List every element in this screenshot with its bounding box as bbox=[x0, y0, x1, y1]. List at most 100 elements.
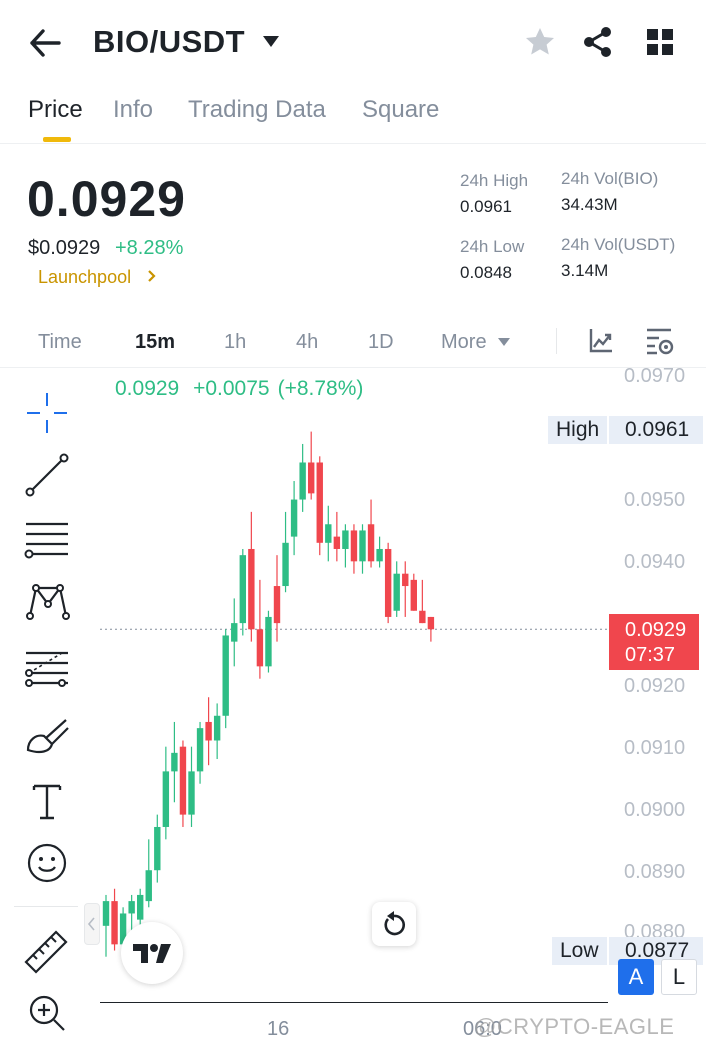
candle bbox=[111, 888, 118, 951]
candle-body bbox=[367, 524, 375, 562]
candlestick-chart[interactable] bbox=[0, 0, 706, 1049]
candle-body bbox=[410, 579, 417, 611]
x-axis-line bbox=[100, 1002, 608, 1003]
crosshair-icon bbox=[27, 393, 67, 433]
candle bbox=[248, 511, 255, 642]
zoom-tool[interactable] bbox=[22, 988, 72, 1038]
toolbar-collapse-button[interactable] bbox=[84, 903, 100, 945]
candle-body bbox=[145, 870, 152, 902]
log-scale-button[interactable]: L bbox=[661, 959, 697, 995]
candle-body bbox=[350, 530, 358, 562]
candle-body bbox=[316, 462, 323, 543]
zoom-in-icon bbox=[29, 995, 65, 1031]
ruler-tool[interactable] bbox=[22, 926, 72, 976]
candle-body bbox=[419, 610, 426, 624]
candle bbox=[162, 746, 170, 840]
brush-tool[interactable] bbox=[22, 712, 72, 762]
candle bbox=[222, 629, 229, 729]
trend-line-tool[interactable] bbox=[22, 450, 72, 500]
candle bbox=[145, 839, 152, 908]
current-price-marker: 0.0929 07:37 bbox=[609, 614, 699, 670]
candle bbox=[384, 542, 392, 624]
watermark-text: @CRYPTO-EAGLE bbox=[474, 1014, 675, 1039]
candle-body bbox=[325, 524, 332, 543]
pattern-tool[interactable] bbox=[22, 576, 72, 626]
horizontal-lines-tool[interactable] bbox=[22, 514, 72, 564]
candle-body bbox=[213, 715, 221, 741]
candle-body bbox=[171, 752, 178, 772]
candle bbox=[239, 548, 246, 636]
reset-icon bbox=[384, 911, 406, 936]
candle bbox=[393, 561, 400, 617]
divider bbox=[14, 906, 78, 907]
candle bbox=[367, 499, 375, 568]
trend-line-icon bbox=[25, 453, 69, 497]
candle bbox=[171, 721, 178, 803]
candle bbox=[154, 814, 161, 883]
candle-body bbox=[128, 901, 135, 914]
candle-body bbox=[111, 901, 118, 945]
drawing-toolbar bbox=[0, 368, 100, 1049]
ohlc-change-pct: (+8.78%) bbox=[277, 377, 364, 400]
candle-body bbox=[402, 573, 409, 587]
candle-body bbox=[205, 721, 212, 741]
crosshair-tool[interactable] bbox=[22, 388, 72, 438]
high-marker-label: High bbox=[548, 416, 608, 444]
candle bbox=[410, 573, 417, 611]
candle-body bbox=[137, 894, 144, 920]
candle bbox=[419, 579, 426, 624]
candle bbox=[265, 610, 272, 673]
text-tool[interactable] bbox=[22, 776, 72, 826]
candle bbox=[333, 511, 341, 562]
y-axis-tick: 0.0950 bbox=[624, 489, 686, 511]
ohlc-readout: 0.0929 +0.0075 (+8.78%) bbox=[115, 377, 371, 401]
text-icon bbox=[32, 784, 62, 820]
tradingview-logo-icon bbox=[133, 944, 171, 963]
fib-tool[interactable] bbox=[22, 644, 72, 694]
y-axis-tick: 0.0900 bbox=[624, 799, 686, 821]
candle bbox=[179, 740, 187, 827]
candle-body bbox=[282, 542, 289, 587]
emoji-icon bbox=[27, 843, 67, 883]
reset-chart-button[interactable] bbox=[372, 902, 416, 946]
candle-body bbox=[333, 536, 341, 549]
y-axis-tick: 0.0920 bbox=[624, 675, 686, 697]
candle bbox=[256, 579, 264, 679]
pattern-icon bbox=[26, 584, 70, 620]
candle bbox=[350, 524, 358, 574]
candle-countdown: 07:37 bbox=[625, 644, 676, 666]
candle-body bbox=[154, 826, 161, 871]
ohlc-change: +0.0075 bbox=[193, 377, 270, 400]
candle-body bbox=[102, 901, 110, 926]
candle-body bbox=[248, 548, 255, 630]
candle bbox=[282, 511, 289, 593]
high-marker-value: 0.0961 bbox=[609, 416, 704, 444]
candle bbox=[290, 481, 298, 556]
candle-body bbox=[265, 616, 272, 667]
candle bbox=[213, 703, 221, 760]
tradingview-logo bbox=[121, 922, 183, 984]
candle bbox=[205, 697, 212, 766]
candle bbox=[402, 561, 409, 617]
candle-body bbox=[384, 548, 392, 617]
candle-body bbox=[179, 746, 187, 815]
candle bbox=[231, 598, 238, 667]
auto-scale-button[interactable]: A bbox=[618, 959, 654, 995]
candle-body bbox=[308, 462, 315, 494]
horizontal-lines-icon bbox=[24, 522, 68, 559]
emoji-tool[interactable] bbox=[22, 838, 72, 888]
y-axis-tick: 0.0910 bbox=[624, 737, 686, 759]
chevron-left-icon bbox=[87, 917, 95, 931]
ohlc-close: 0.0929 bbox=[115, 377, 180, 400]
candle-body bbox=[342, 530, 349, 549]
candle bbox=[188, 746, 195, 827]
candle-body bbox=[162, 771, 170, 827]
y-axis-tick: 0.0890 bbox=[624, 861, 686, 883]
current-price-value: 0.0929 bbox=[625, 619, 687, 641]
candle-body bbox=[359, 530, 366, 562]
candle bbox=[316, 456, 323, 556]
candle-body bbox=[393, 573, 400, 611]
brush-icon bbox=[26, 719, 69, 754]
candle-body bbox=[256, 629, 264, 667]
candle bbox=[342, 524, 349, 568]
